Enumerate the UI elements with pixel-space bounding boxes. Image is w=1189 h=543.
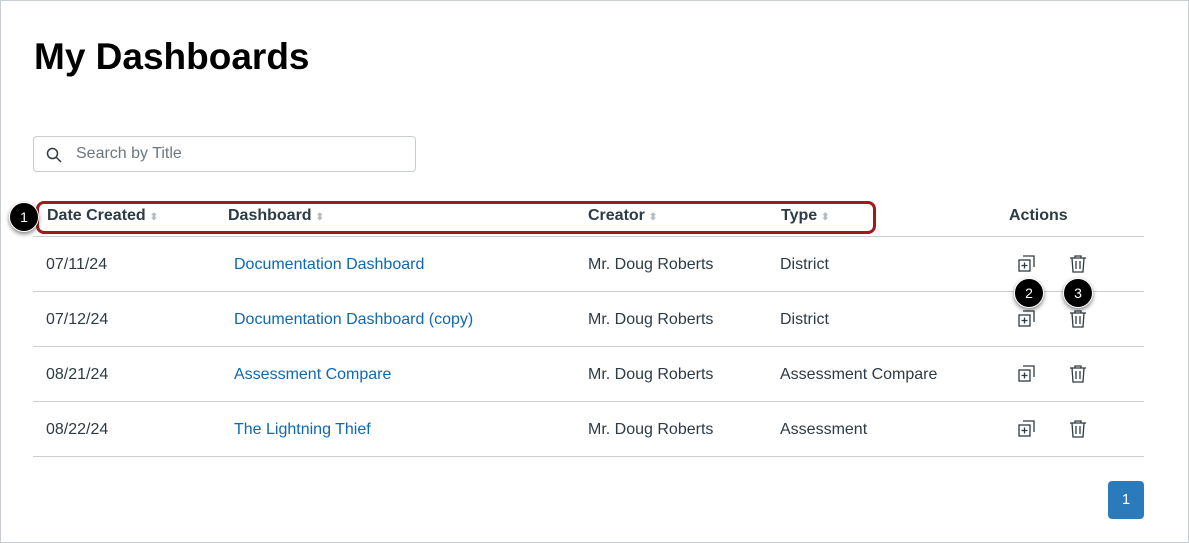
trash-icon[interactable] <box>1067 308 1089 335</box>
divider <box>33 346 1144 347</box>
creator-cell: Mr. Doug Roberts <box>588 311 714 328</box>
copy-icon[interactable] <box>1016 308 1038 335</box>
dashboard-link[interactable]: Documentation Dashboard (copy) <box>234 311 473 329</box>
copy-icon[interactable] <box>1016 253 1038 280</box>
divider <box>33 236 1144 237</box>
dashboard-link[interactable]: The Lightning Thief <box>234 421 371 439</box>
trash-icon[interactable] <box>1067 253 1089 280</box>
search-field[interactable] <box>33 136 416 172</box>
dashboard-link[interactable]: Assessment Compare <box>234 366 391 384</box>
creator-cell: Mr. Doug Roberts <box>588 421 714 438</box>
copy-icon[interactable] <box>1016 363 1038 390</box>
dashboard-link[interactable]: Documentation Dashboard <box>234 256 424 274</box>
page-button-1[interactable]: 1 <box>1108 481 1144 519</box>
header-highlight <box>36 201 876 234</box>
search-input[interactable] <box>74 144 408 164</box>
date-cell: 07/11/24 <box>46 256 108 273</box>
creator-cell: Mr. Doug Roberts <box>588 256 714 273</box>
type-cell: District <box>780 311 829 328</box>
creator-cell: Mr. Doug Roberts <box>588 366 714 383</box>
type-cell: Assessment Compare <box>780 366 938 383</box>
callout-badge-1: 1 <box>9 202 39 232</box>
copy-icon[interactable] <box>1016 418 1038 445</box>
date-cell: 08/21/24 <box>46 366 109 383</box>
divider <box>33 401 1144 402</box>
divider <box>33 456 1144 457</box>
callout-badge-3: 3 <box>1063 278 1093 308</box>
column-actions: Actions <box>1009 207 1068 224</box>
page-title: My Dashboards <box>34 36 310 77</box>
divider <box>33 291 1144 292</box>
trash-icon[interactable] <box>1067 363 1089 390</box>
type-cell: Assessment <box>780 421 868 438</box>
date-cell: 07/12/24 <box>46 311 109 328</box>
trash-icon[interactable] <box>1067 418 1089 445</box>
search-icon <box>46 147 62 163</box>
type-cell: District <box>780 256 829 273</box>
date-cell: 08/22/24 <box>46 421 109 438</box>
callout-badge-2: 2 <box>1014 278 1044 308</box>
